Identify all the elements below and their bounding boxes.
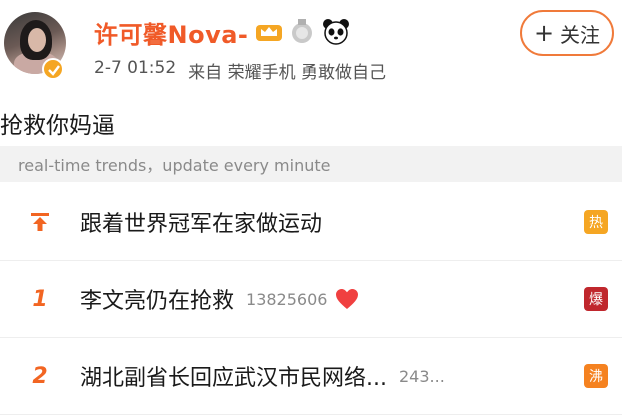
trend-rank: 1 [32,286,48,312]
follow-label: 关注 [560,22,601,47]
post-meta: 2-7 01:52 来自 荣耀手机 勇敢做自己 [94,58,386,83]
trend-item[interactable]: 跟着世界冠军在家做运动 热 [0,184,622,261]
post-source: 来自 荣耀手机 勇敢做自己 [188,63,386,83]
heart-icon [335,288,359,310]
trend-rank: 2 [32,363,48,389]
explosive-badge: 爆 [584,287,608,311]
verified-badge-icon [42,58,64,80]
pin-up-arrow-icon [0,211,80,233]
trends-card: real-time trends，update every minute 跟着世… [0,146,622,417]
trend-title: 跟着世界冠军在家做运动 [80,212,323,237]
plus-icon: + [533,19,555,47]
post-text: 抢救你妈逼 [0,113,115,139]
hot-badge: 热 [584,210,608,234]
boiling-badge: 沸 [584,364,608,388]
username[interactable]: 许可馨Nova- [94,15,248,50]
username-row: 许可馨Nova- [94,14,350,50]
medal-icon [290,19,314,45]
post-timestamp: 2-7 01:52 [94,58,177,78]
trend-title: 李文亮仍在抢救 [80,289,235,314]
crown-icon [254,19,284,45]
trend-item[interactable]: 1 李文亮仍在抢救 13825606 爆 [0,261,622,338]
trend-item[interactable]: 2 湖北副省长回应武汉市民网络... 243... 沸 [0,338,622,415]
panda-icon [322,18,350,46]
trend-title: 湖北副省长回应武汉市民网络... [80,366,387,391]
trends-header: real-time trends，update every minute [0,146,622,182]
trend-count: 13825606 [246,289,328,309]
post-header: 许可馨Nova- 2-7 01:52 来自 荣耀手机 勇敢做自己 + 关注 [0,0,640,100]
trend-count: 243... [398,366,445,386]
follow-button[interactable]: + 关注 [520,10,614,56]
